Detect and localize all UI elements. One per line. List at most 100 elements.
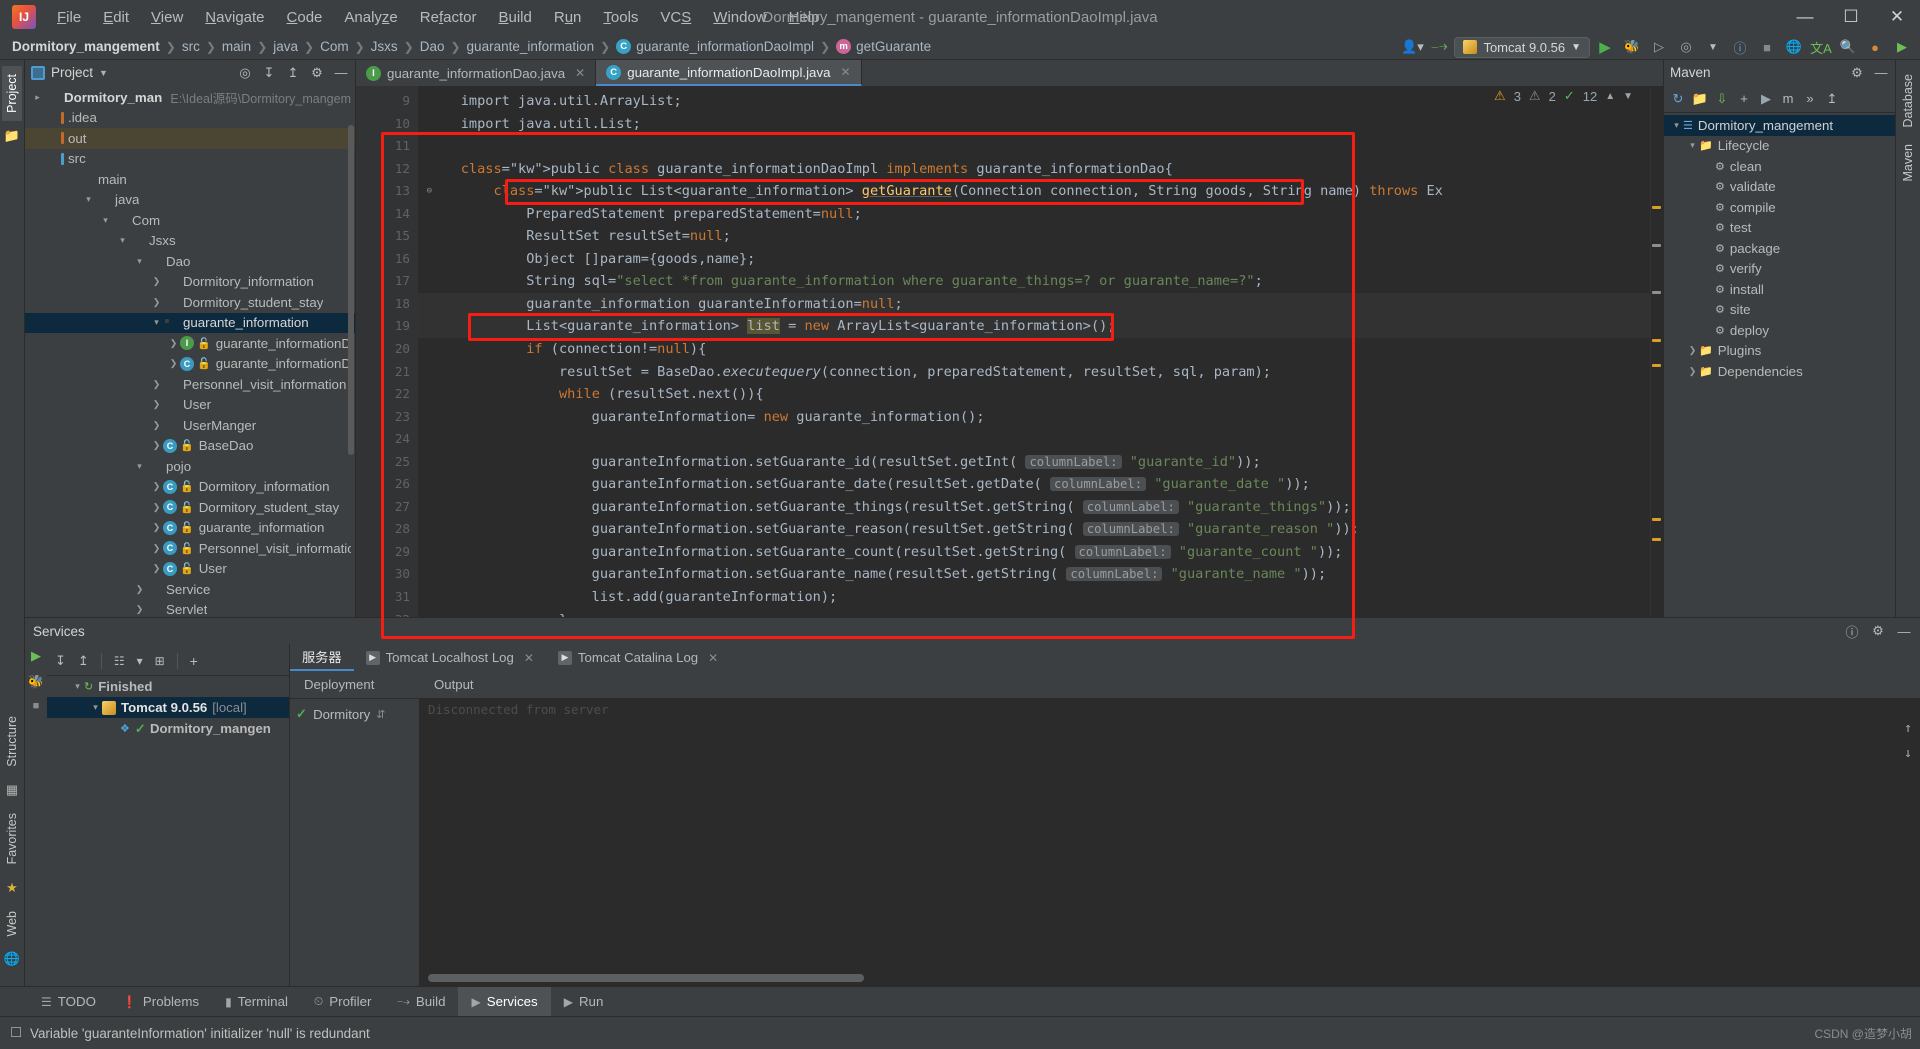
warning-marker[interactable] (1652, 339, 1661, 342)
code-line[interactable]: String sql="select *from guarante_inform… (418, 270, 1663, 293)
debug-icon[interactable]: 🐝 (28, 674, 44, 690)
chevron-right-icon[interactable]: ❯ (150, 297, 163, 308)
maven-project-root[interactable]: ▾☰Dormitory_mangement (1664, 115, 1895, 136)
line-number[interactable]: 11 (356, 135, 418, 158)
chevron-down-icon[interactable]: ▾ (89, 702, 102, 713)
tab-server[interactable]: 服务器 (290, 644, 354, 671)
run-with-coverage-button[interactable]: ▷ (1647, 36, 1671, 58)
menu-analyze[interactable]: Analyze (333, 5, 408, 30)
tree-item-usermanger[interactable]: ❯UserManger (25, 415, 355, 436)
tree-item-dao[interactable]: ▾Dao (25, 251, 355, 272)
code-line[interactable]: guaranteInformation.setGuarante_count(re… (418, 541, 1663, 564)
menu-build[interactable]: Build (487, 5, 542, 30)
tab-guarante-informationDao[interactable]: I guarante_informationDao.java ✕ (356, 60, 596, 86)
sub-tab-output[interactable]: Output (420, 677, 488, 692)
chevron-up-icon[interactable]: ▲ (1605, 91, 1615, 102)
maven-item-package[interactable]: ⚙package (1664, 238, 1895, 259)
tree-root[interactable]: ▸ Dormitory_mangement E:\Ideal源码\Dormito… (25, 87, 355, 108)
menu-refactor[interactable]: Refactor (409, 5, 488, 30)
scroll-from-source-icon[interactable]: ◎ (235, 63, 255, 83)
breadcrumb-guarante-information[interactable]: guarante_information (465, 39, 597, 54)
tree-item-service[interactable]: ❯Service (25, 579, 355, 600)
tree-item-pojo[interactable]: ▾pojo (25, 456, 355, 477)
sidebar-item-structure[interactable]: Structure (2, 708, 22, 775)
code-line[interactable]: guaranteInformation.setGuarante_name(res… (418, 563, 1663, 586)
deployment-item[interactable]: ✓ Dormitory ⇵ (290, 703, 419, 725)
sidebar-item-project[interactable]: Project (2, 66, 22, 121)
chevron-right-icon[interactable]: ❯ (150, 379, 163, 390)
code-line[interactable]: guaranteInformation= new guarante_inform… (418, 406, 1663, 429)
code-line[interactable]: Object []param={goods,name}; (418, 248, 1663, 271)
chevron-down-icon[interactable]: ▾ (116, 235, 129, 246)
chevron-right-icon[interactable]: ❯ (150, 420, 163, 431)
tree-item-com[interactable]: ▾Com (25, 210, 355, 231)
chevron-right-icon[interactable]: ❯ (150, 522, 163, 533)
maven-item-dependencies[interactable]: ❯📁Dependencies (1664, 361, 1895, 382)
menu-edit[interactable]: Edit (92, 5, 140, 30)
scroll-to-top-icon[interactable]: ↑ (1904, 721, 1912, 736)
chevron-right-icon[interactable]: ❯ (167, 358, 180, 369)
code-line[interactable]: ResultSet resultSet=null; (418, 225, 1663, 248)
stop-button[interactable]: ■ (1755, 36, 1779, 58)
chevron-down-icon[interactable]: ▾ (133, 461, 146, 472)
tab-todo[interactable]: ☰ TODO (28, 987, 109, 1017)
tab-build[interactable]: ⤍ Build (384, 987, 458, 1017)
line-number[interactable]: 19 (356, 315, 418, 338)
translate-icon[interactable]: 文A (1809, 36, 1833, 58)
sort-icon[interactable]: ⇵ (376, 708, 385, 721)
chevron-down-icon[interactable]: ▾ (71, 681, 84, 692)
chevron-down-icon[interactable]: ▾ (1686, 140, 1699, 151)
chevron-right-icon[interactable]: ❯ (133, 584, 146, 595)
line-number[interactable]: 15 (356, 225, 418, 248)
tree-item-user[interactable]: ❯C🔓User (25, 559, 355, 580)
line-number[interactable]: 16 (356, 248, 418, 271)
code-line[interactable]: guarante_information guaranteInformation… (418, 293, 1663, 316)
plugin-icon[interactable]: ● (1863, 36, 1887, 58)
line-number[interactable]: 21 (356, 361, 418, 384)
hide-panel-icon[interactable]: — (1871, 63, 1891, 83)
skip-tests-icon[interactable]: » (1800, 89, 1820, 109)
code-line[interactable]: List<guarante_information> list = new Ar… (418, 315, 1663, 338)
code-line[interactable]: guaranteInformation.setGuarante_id(resul… (418, 451, 1663, 474)
line-number[interactable]: 14 (356, 203, 418, 226)
profile-button[interactable]: ◎ (1674, 36, 1698, 58)
breadcrumb-class[interactable]: C guarante_informationDaoImpl (614, 39, 816, 54)
project-tree-scrollbar[interactable] (348, 125, 354, 455)
tree-item-guarante-information[interactable]: ▾guarante_information (25, 313, 355, 334)
tree-item-java[interactable]: ▾java (25, 190, 355, 211)
chevron-down-icon[interactable]: ▼ (99, 68, 108, 78)
sub-tab-deployment[interactable]: Deployment (290, 677, 420, 692)
user-avatar-icon[interactable]: 👤▾ (1400, 36, 1424, 58)
menu-run[interactable]: Run (543, 5, 593, 30)
services-tree[interactable]: ↧ ↥ ☷ ▾ ⊞ + ▾↻Finished▾Tomcat 9.0.56[loc… (47, 644, 289, 986)
tree-item-personnel-visit-information[interactable]: ❯Personnel_visit_information (25, 374, 355, 395)
line-number[interactable]: 25 (356, 451, 418, 474)
sidebar-item-maven[interactable]: Maven (1898, 136, 1918, 190)
code-line[interactable]: guaranteInformation.setGuarante_reason(r… (418, 518, 1663, 541)
play-green-icon[interactable]: ▶ (1890, 36, 1914, 58)
weak-warning-marker[interactable] (1652, 291, 1661, 294)
code-line[interactable]: import java.util.List; (418, 113, 1663, 136)
line-number[interactable]: 23 (356, 406, 418, 429)
code-line[interactable]: guaranteInformation.setGuarante_date(res… (418, 473, 1663, 496)
code-line[interactable]: resultSet = BaseDao.executequery(connect… (418, 361, 1663, 384)
toggle-offline-icon[interactable]: m (1778, 89, 1798, 109)
line-number[interactable]: 10 (356, 113, 418, 136)
tree-item-main[interactable]: main (25, 169, 355, 190)
inspection-widget[interactable]: ⚠ 3 ⚠ 2 ✓ 12 ▲ ▼ (1494, 88, 1633, 104)
help-icon[interactable]: ⓘ (1728, 36, 1752, 58)
chevron-right-icon[interactable]: ❯ (150, 276, 163, 287)
menu-tools[interactable]: Tools (592, 5, 649, 30)
run-button[interactable]: ▶ (1593, 36, 1617, 58)
warning-marker[interactable] (1652, 206, 1661, 209)
chevron-right-icon[interactable]: ❯ (133, 604, 146, 615)
tab-run[interactable]: ▶ Run (551, 987, 617, 1017)
build-hammer-icon[interactable]: ⤍ (1427, 36, 1451, 58)
collapse-all-icon[interactable]: ↥ (1822, 89, 1842, 109)
code-line[interactable]: list.add(guaranteInformation); (418, 586, 1663, 609)
tree-item-dormitory-information[interactable]: ❯C🔓Dormitory_information (25, 477, 355, 498)
add-service-icon[interactable]: + (190, 653, 198, 669)
tab-problems[interactable]: ❗ Problems (109, 987, 212, 1017)
maven-item-compile[interactable]: ⚙compile (1664, 197, 1895, 218)
tree-item-dormitory-student-stay[interactable]: ❯C🔓Dormitory_student_stay (25, 497, 355, 518)
